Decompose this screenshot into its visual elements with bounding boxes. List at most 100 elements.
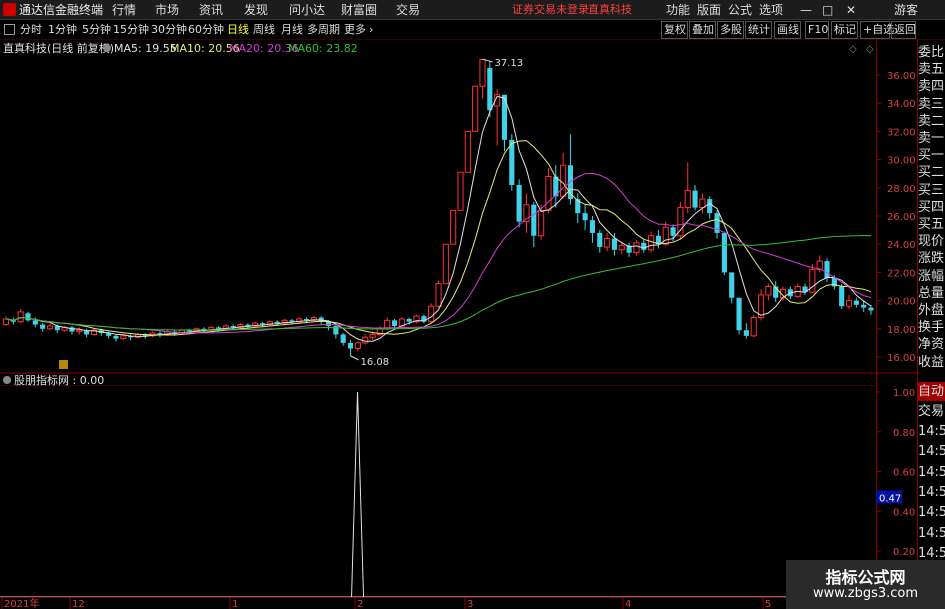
- back-button[interactable]: 返回: [891, 21, 916, 39]
- watermark: 指标公式网 www.zbgs3.com: [786, 560, 945, 609]
- side-panel-item: 换手: [918, 320, 945, 336]
- menu-item-news[interactable]: 资讯: [199, 0, 223, 20]
- side-panel-trade: 交易: [918, 404, 945, 419]
- price-tick-label: 28.00: [887, 184, 916, 195]
- side-panel-item: 收益: [918, 354, 945, 370]
- candle-body: [303, 318, 310, 321]
- candle-body: [641, 242, 647, 250]
- indicator-settings-icon[interactable]: [3, 376, 11, 384]
- chevron-right-icon[interactable]: ›: [369, 22, 373, 38]
- title-bar: 通达信金融终端 行情 市场 资讯 发现 问小达 财富圈 交易 证券交易未登录 直…: [0, 0, 945, 20]
- candle-body: [743, 330, 749, 336]
- candle-body: [340, 334, 346, 343]
- price-tick-label: 20.00: [887, 297, 916, 308]
- candle-body: [479, 58, 486, 87]
- candle-body: [560, 164, 567, 197]
- draw-line-button[interactable]: 画线: [774, 21, 801, 39]
- watermark-url: www.zbgs3.com: [812, 586, 919, 601]
- side-panel-item: 现价: [918, 234, 945, 250]
- f10-button[interactable]: F10: [805, 21, 829, 39]
- candle-body: [582, 213, 588, 221]
- candle-body: [46, 325, 54, 330]
- side-panel-time: 14:56: [918, 464, 945, 480]
- indicator-tick-label: 0.40: [893, 507, 915, 518]
- period-tab-weekly[interactable]: 周线: [253, 22, 275, 38]
- menu-item-options[interactable]: 选项: [759, 0, 783, 20]
- mark-button[interactable]: 标记: [831, 21, 858, 39]
- side-panel-item: 买二: [918, 165, 945, 181]
- side-panel-item: 买一: [918, 148, 945, 164]
- period-tab-monthly[interactable]: 月线: [281, 22, 303, 38]
- grid-menu-icon[interactable]: [4, 24, 15, 35]
- candle-body: [113, 335, 119, 339]
- multi-stock-button[interactable]: 多股: [717, 21, 744, 39]
- price-tick-label: 18.00: [887, 325, 916, 336]
- ma5-label: MA5: 19.55: [114, 42, 177, 55]
- chart-area[interactable]: 直真科技(日线 前复权) MA5: 19.55 MA10: 20.56 MA20…: [0, 40, 945, 609]
- candle-body: [325, 321, 332, 326]
- candle-body: [472, 85, 479, 132]
- candle-body: [736, 297, 742, 331]
- candle-body: [699, 198, 706, 209]
- menu-item-quotes[interactable]: 行情: [112, 0, 136, 20]
- period-tab-daily[interactable]: 日线: [227, 22, 249, 38]
- side-panel-item: 卖一: [918, 131, 945, 146]
- user-label[interactable]: 游客: [894, 0, 918, 20]
- menu-item-trade[interactable]: 交易: [396, 0, 420, 20]
- candle-body: [406, 318, 412, 322]
- low-price-label: 16.08: [361, 357, 390, 368]
- price-tick-label: 16.00: [887, 353, 916, 364]
- side-panel-time: 14:56: [918, 444, 945, 460]
- candle-body: [597, 232, 603, 248]
- candle-body: [618, 245, 625, 251]
- period-tab-1min[interactable]: 1分钟: [48, 22, 77, 38]
- period-tab-30min[interactable]: 30分钟: [151, 22, 187, 38]
- menu-item-discover[interactable]: 发现: [244, 0, 268, 20]
- side-panel-item: 买四: [918, 199, 945, 215]
- indicator-tick-label: 0.60: [893, 468, 915, 479]
- menu-item-market[interactable]: 市场: [155, 0, 179, 20]
- menu-item-ask[interactable]: 问小达: [289, 0, 325, 20]
- menu-item-layout[interactable]: 版面: [697, 0, 721, 20]
- maximize-icon[interactable]: □: [822, 0, 833, 20]
- collapse-icon[interactable]: ◇: [849, 44, 857, 55]
- candle-body: [230, 325, 236, 328]
- ma-settings-icon[interactable]: [103, 44, 111, 52]
- adjust-button[interactable]: 复权: [661, 21, 688, 39]
- period-tab-more[interactable]: 更多: [344, 22, 366, 38]
- candle-body: [347, 342, 354, 349]
- period-tab-timeshare[interactable]: 分时: [20, 22, 42, 38]
- side-panel-time: 14:56: [918, 505, 945, 521]
- menu-item-wealth-circle[interactable]: 财富圈: [341, 0, 377, 20]
- candle-body: [457, 171, 464, 211]
- menu-item-formula[interactable]: 公式: [728, 0, 752, 20]
- event-marker-icon[interactable]: [59, 360, 68, 369]
- period-tab-5min[interactable]: 5分钟: [82, 22, 111, 38]
- trade-login-notice[interactable]: 证券交易未登录: [512, 0, 589, 20]
- candle-body: [391, 320, 398, 326]
- close-icon[interactable]: ✕: [846, 0, 856, 20]
- statistics-button[interactable]: 统计: [745, 21, 772, 39]
- candle-body: [845, 300, 853, 307]
- minimize-icon[interactable]: —: [800, 0, 812, 20]
- candle-body: [32, 320, 38, 325]
- period-tab-multi[interactable]: 多周期: [307, 22, 340, 38]
- app-logo-icon: [3, 3, 16, 16]
- menu-item-function[interactable]: 功能: [666, 0, 690, 20]
- candle-body: [824, 261, 830, 279]
- period-tab-15min[interactable]: 15分钟: [113, 22, 149, 38]
- stock-tab[interactable]: 直真科技: [588, 0, 632, 20]
- expand-icon[interactable]: ◇: [866, 44, 874, 55]
- add-favorite-button[interactable]: +自选: [860, 21, 894, 39]
- price-tick-label: 24.00: [887, 240, 916, 251]
- candle-body: [17, 311, 24, 323]
- price-tick-label: 36.00: [887, 71, 916, 82]
- overlay-button[interactable]: 叠加: [689, 21, 716, 39]
- price-tick-label: 22.00: [887, 268, 916, 279]
- kline-chart[interactable]: 直真科技(日线 前复权) MA5: 19.55 MA10: 20.56 MA20…: [0, 40, 945, 609]
- candle-body: [487, 67, 493, 111]
- side-panel-time: 14:56: [918, 424, 945, 439]
- candle-body: [750, 317, 757, 337]
- period-tab-60min[interactable]: 60分钟: [188, 22, 224, 38]
- price-tick-label: 30.00: [887, 156, 916, 167]
